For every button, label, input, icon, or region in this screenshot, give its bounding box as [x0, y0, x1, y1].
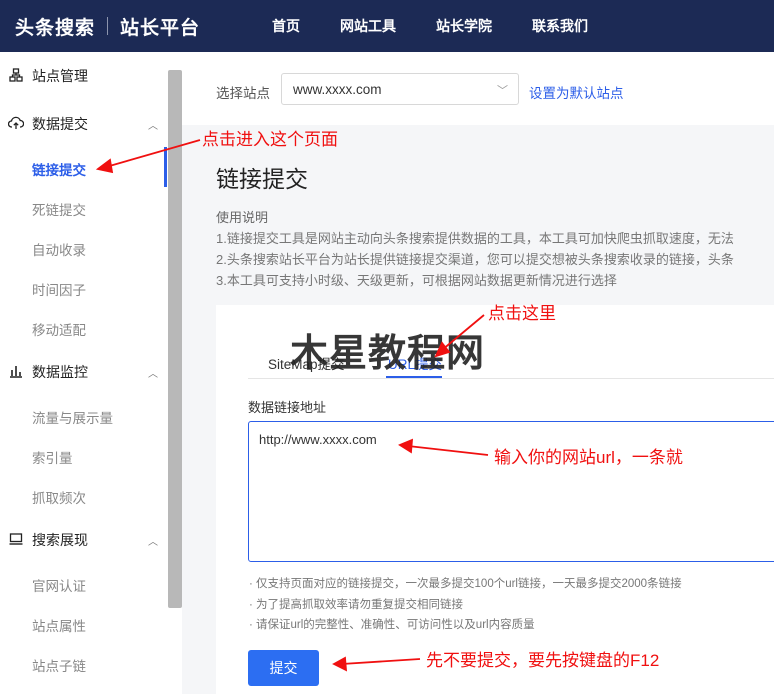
sidebar-group-label: 站点管理	[32, 68, 88, 84]
set-default-site-link[interactable]: 设置为默认站点	[529, 82, 624, 102]
sidebar-group-label: 搜索展现	[32, 532, 88, 548]
sidebar-item-crawl-frequency[interactable]: 抓取频次	[32, 487, 86, 507]
sidebar-item-time-factor[interactable]: 时间因子	[32, 279, 86, 299]
annotation-click-here: 点击这里	[488, 304, 556, 323]
nav-academy[interactable]: 站长学院	[436, 16, 492, 36]
sidebar-item-dead-link[interactable]: 死链提交	[32, 199, 86, 219]
usage-title: 使用说明	[216, 210, 269, 225]
upload-cloud-icon	[7, 116, 25, 133]
platform-title: 站长平台	[120, 17, 201, 39]
sidebar-group-data-submit[interactable]: 数据提交 ︿	[7, 114, 158, 134]
nav-site-tools[interactable]: 网站工具	[340, 16, 396, 36]
annotation-press-f12: 先不要提交，要先按键盘的F12	[426, 651, 660, 670]
usage-line-1: 1.链接提交工具是网站主动向头条搜索提供数据的工具，本工具可加快爬虫抓取速度，无…	[216, 231, 734, 246]
site-select-value: www.xxxx.com	[293, 82, 382, 97]
top-nav: 首页 网站工具 站长学院 联系我们	[272, 0, 628, 52]
site-select[interactable]: www.xxxx.com ﹀	[281, 73, 519, 105]
nav-contact[interactable]: 联系我们	[532, 16, 588, 36]
usage-line-2: 2.头条搜索站长平台为站长提供链接提交渠道，您可以提交想被头条搜索收录的链接，头…	[216, 252, 734, 267]
page-title: 链接提交	[216, 166, 308, 192]
note-2: · 为了提高抓取效率请勿重复提交相同链接	[249, 599, 464, 611]
chevron-up-icon: ︿	[148, 368, 158, 380]
sidebar-group-data-monitor[interactable]: 数据监控 ︿	[8, 362, 158, 382]
sidebar-item-sitelinks[interactable]: 站点子链	[32, 655, 86, 675]
top-bar: 头条搜索 站长平台 首页 网站工具 站长学院 联系我们	[0, 0, 774, 52]
note-3: · 请保证url的完整性、准确性、可访问性以及url内容质量	[249, 619, 535, 631]
sidebar-item-official-cert[interactable]: 官网认证	[32, 575, 86, 595]
sidebar-scrollbar[interactable]	[168, 70, 182, 608]
sidebar-item-index-count[interactable]: 索引量	[32, 447, 73, 467]
site-select-label: 选择站点	[216, 86, 270, 101]
chevron-down-icon: ﹀	[497, 85, 508, 97]
sidebar-active-indicator	[164, 147, 167, 187]
sidebar-item-auto-index[interactable]: 自动收录	[32, 239, 86, 259]
chevron-up-icon: ︿	[148, 120, 158, 132]
sitemap-icon	[8, 67, 24, 85]
sidebar-group-label: 数据提交	[32, 116, 88, 132]
sidebar-item-traffic[interactable]: 流量与展示量	[32, 407, 113, 427]
sidebar-item-link-submit[interactable]: 链接提交	[32, 159, 86, 179]
url-field-label: 数据链接地址	[248, 400, 327, 415]
note-1: · 仅支持页面对应的链接提交，一次最多提交100个url链接，一天最多提交200…	[249, 578, 682, 590]
logo[interactable]: 头条搜索	[15, 13, 95, 40]
bar-chart-icon	[8, 364, 24, 381]
sidebar-group-search-display[interactable]: 搜索展现 ︿	[8, 530, 158, 550]
sidebar-item-mobile-adapt[interactable]: 移动适配	[32, 319, 86, 339]
nav-home[interactable]: 首页	[272, 16, 300, 36]
tab-divider	[248, 378, 774, 379]
sidebar-group-label: 数据监控	[32, 364, 88, 380]
sidebar-group-site-management[interactable]: 站点管理	[8, 66, 158, 86]
annotation-input-url: 输入你的网站url，一条就	[494, 448, 683, 467]
submit-button[interactable]: 提交	[248, 650, 319, 686]
monitor-icon	[8, 532, 24, 549]
watermark: 木星教程网	[290, 333, 486, 375]
logo-separator	[107, 17, 109, 35]
usage-line-3: 3.本工具可支持小时级、天级更新，可根据网站数据更新情况进行选择	[216, 273, 617, 288]
chevron-up-icon: ︿	[148, 536, 158, 548]
annotation-enter-page: 点击进入这个页面	[202, 130, 338, 149]
sidebar-item-site-attributes[interactable]: 站点属性	[32, 615, 86, 635]
